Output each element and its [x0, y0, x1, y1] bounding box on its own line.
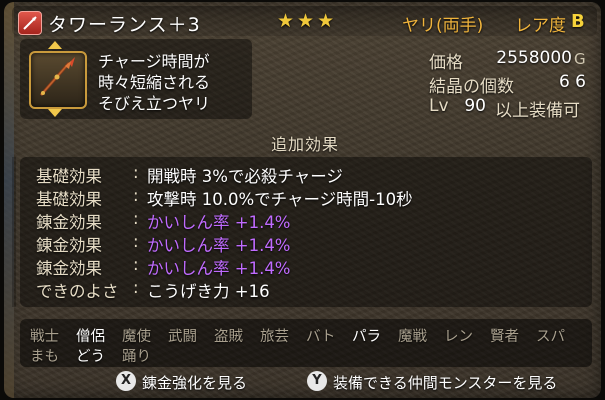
effect-label: 錬金効果	[36, 213, 102, 232]
effect-separator: :	[133, 186, 139, 205]
description-line: チャージ時間が	[98, 52, 210, 71]
effect-row: 錬金効果 : かいしん率 +1.4%	[20, 232, 592, 255]
effect-value: かいしん率 +1.4%	[147, 259, 291, 278]
job-dancer: 踊り	[122, 349, 151, 365]
price-value: 2558000	[496, 48, 572, 68]
effect-row: 錬金効果 : かいしん率 +1.4%	[20, 209, 592, 232]
arrow-up-icon[interactable]	[48, 41, 62, 49]
job-sage: 賢者	[490, 329, 519, 345]
spear-category-icon	[18, 11, 42, 35]
job-mage: 魔使	[122, 329, 151, 345]
rarity-grade: B	[571, 11, 585, 32]
job-item-master: どう	[76, 349, 105, 365]
description-line: そびえ立つヤリ	[98, 94, 211, 113]
x-button-icon: X	[116, 371, 136, 391]
monster-equip-button[interactable]: Y 装備できる仲間モンスターを見る	[307, 371, 587, 393]
effect-label: 基礎効果	[36, 190, 102, 209]
job-priest: 僧侶	[76, 329, 105, 345]
effect-separator: :	[133, 232, 139, 251]
effect-label: 基礎効果	[36, 167, 102, 186]
spear-item-icon	[29, 51, 87, 109]
effect-separator: :	[133, 278, 139, 297]
effect-separator: :	[133, 163, 139, 182]
price-label: 価格	[429, 53, 463, 73]
effect-label: 錬金効果	[36, 259, 102, 278]
arrow-down-icon[interactable]	[48, 109, 62, 117]
effect-row: 基礎効果 : 開戦時 3%で必殺チャージ	[20, 163, 592, 186]
alchemy-view-button[interactable]: X 錬金強化を見る	[116, 371, 276, 393]
crystal-count-label: 結晶の個数	[429, 77, 514, 97]
effect-row: できのよさ : こうげき力 +16	[20, 278, 592, 301]
monster-equip-label: 装備できる仲間モンスターを見る	[333, 374, 558, 392]
effect-value: こうげき力 +16	[147, 282, 270, 301]
level-requirement: 以上装備可	[495, 101, 580, 121]
item-description: チャージ時間が 時々短縮される そびえ立つヤリ	[98, 51, 210, 114]
effects-list: 基礎効果 : 開戦時 3%で必殺チャージ 基礎効果 : 攻撃時 10.0%でチャ…	[12, 157, 592, 307]
job-monster-master: まも	[30, 349, 59, 365]
item-summary-box: チャージ時間が 時々短縮される そびえ立つヤリ	[20, 39, 252, 119]
effect-value: 開戦時 3%で必殺チャージ	[147, 167, 343, 186]
level-value: 90	[464, 96, 486, 116]
price-unit: G	[574, 50, 586, 68]
effect-value: 攻撃時 10.0%でチャージ時間-10秒	[147, 190, 413, 209]
effect-separator: :	[133, 255, 139, 274]
rarity-label: レア度	[515, 16, 566, 36]
weapon-type: ヤリ(両手)	[402, 16, 484, 36]
effect-value: かいしん率 +1.4%	[147, 236, 291, 255]
item-detail-panel: タワーランス＋3 ★★★ ヤリ(両手) レア度 B チャージ時間が 時々短縮され…	[4, 2, 601, 398]
level-label: Lv	[429, 96, 449, 116]
job-ranger: レン	[444, 329, 473, 345]
y-button-icon: Y	[307, 371, 327, 391]
crystal-count-value: 6 6	[558, 72, 586, 92]
job-magic-warrior: 魔戦	[398, 329, 427, 345]
description-line: 時々短縮される	[98, 73, 211, 92]
equippable-jobs: 戦士 僧侶 魔使 武闘 盗賊 旅芸 バト パラ 魔戦 レン 賢者 スパ まも ど…	[20, 319, 592, 367]
job-entertainer: 旅芸	[260, 329, 289, 345]
job-superstar: スパ	[536, 329, 565, 345]
effect-separator: :	[133, 209, 139, 228]
alchemy-view-label: 錬金強化を見る	[142, 374, 248, 392]
star-rating: ★★★	[277, 10, 338, 32]
job-battlemaster: バト	[306, 329, 336, 345]
job-warrior: 戦士	[30, 329, 59, 345]
effect-row: 基礎効果 : 攻撃時 10.0%でチャージ時間-10秒	[20, 186, 592, 209]
additional-effects-title: 追加効果	[271, 135, 340, 154]
effect-row: 錬金効果 : かいしん率 +1.4%	[20, 255, 592, 278]
effect-label: できのよさ	[36, 282, 119, 301]
effect-value: かいしん率 +1.4%	[147, 213, 291, 232]
job-paladin: パラ	[352, 329, 381, 345]
job-martial: 武闘	[168, 329, 197, 345]
effect-label: 錬金効果	[36, 236, 102, 255]
job-thief: 盗賊	[214, 329, 243, 345]
item-name: タワーランス＋3	[48, 14, 201, 36]
